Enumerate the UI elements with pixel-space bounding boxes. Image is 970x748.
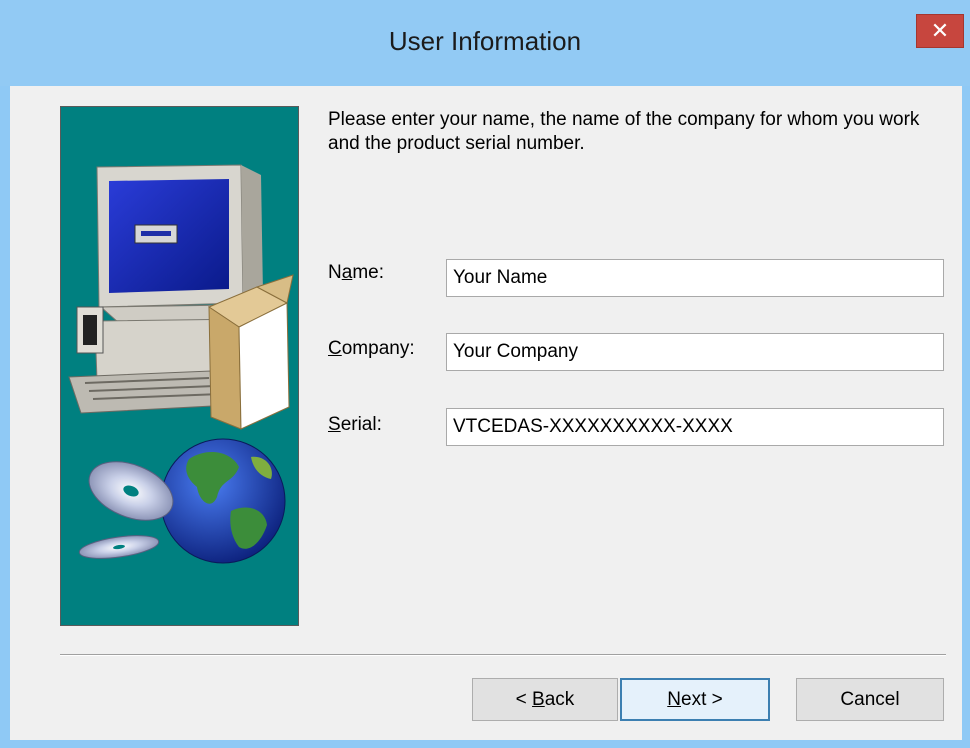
globe-icon — [160, 438, 286, 564]
window-title: User Information — [388, 26, 582, 56]
company-input[interactable] — [446, 333, 944, 371]
next-button[interactable]: Next > — [620, 678, 770, 721]
cancel-button[interactable]: Cancel — [796, 678, 944, 721]
back-button[interactable]: < Back — [472, 678, 618, 721]
setup-illustration — [60, 106, 299, 626]
installer-window: User Information ✕ Please enter your nam… — [0, 0, 970, 748]
cd-disc-icon — [78, 461, 174, 559]
close-button[interactable]: ✕ — [916, 14, 964, 48]
serial-input[interactable] — [446, 408, 944, 446]
name-label: Name: — [328, 262, 384, 283]
intro-text: Please enter your name, the name of the … — [328, 109, 920, 154]
footer-separator — [60, 654, 946, 656]
company-label: Company: — [328, 338, 415, 359]
serial-label: Serial: — [328, 414, 382, 435]
title-bar[interactable]: User Information ✕ — [0, 0, 970, 86]
close-icon: ✕ — [930, 18, 950, 44]
name-input[interactable] — [446, 259, 944, 297]
dialog-body: Please enter your name, the name of the … — [10, 86, 962, 740]
